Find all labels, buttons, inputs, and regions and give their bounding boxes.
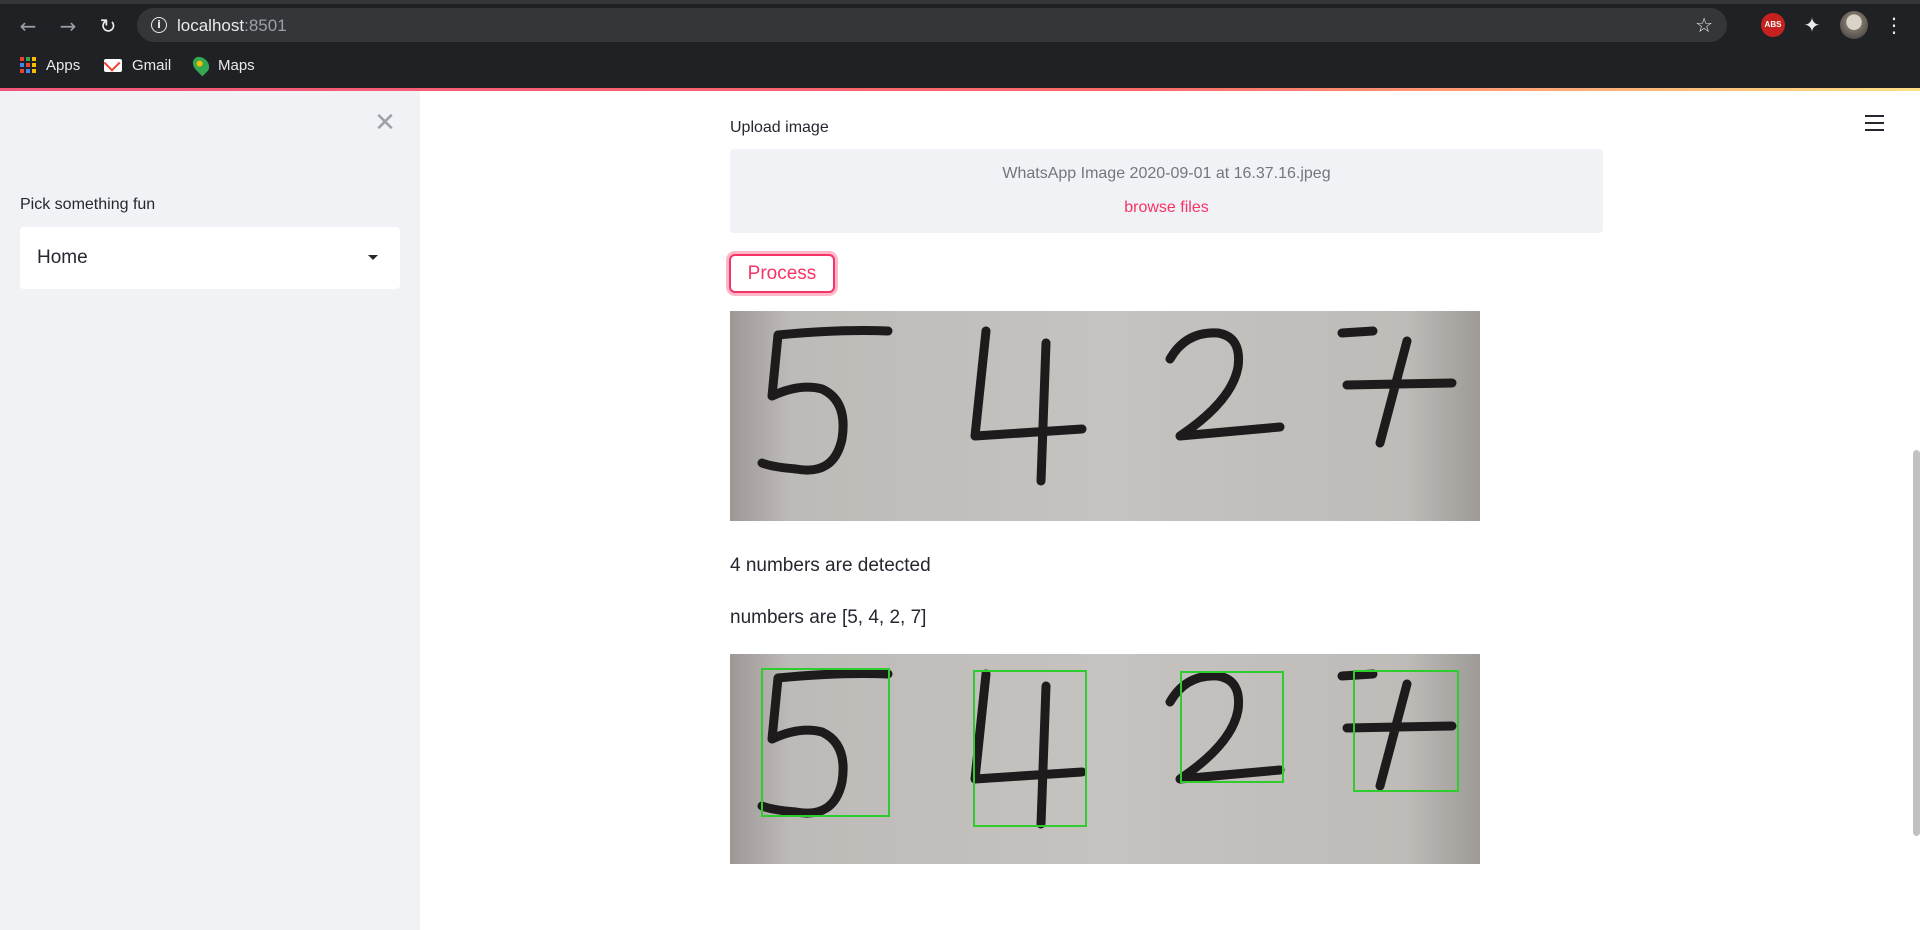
digit-5-stroke: [757, 669, 893, 818]
upload-label: Upload image: [730, 119, 829, 136]
input-digits-image: [730, 311, 1480, 521]
hamburger-menu-icon[interactable]: [1865, 115, 1885, 131]
detected-count-text: 4 numbers are detected: [730, 555, 931, 576]
url-host: localhost: [177, 16, 245, 35]
gmail-icon: [104, 58, 122, 72]
reload-icon[interactable]: ↻: [94, 12, 122, 40]
browser-chrome: ← → ↻ i localhost:8501 ☆ ABS ✦ ⋮ Apps Gm…: [0, 0, 1920, 88]
profile-avatar[interactable]: [1840, 11, 1868, 39]
url-port: :8501: [244, 16, 287, 35]
digit-7-stroke: [1337, 669, 1457, 791]
digit-4-stroke: [970, 326, 1087, 486]
bookmark-gmail[interactable]: Gmail: [104, 52, 171, 78]
apps-grid-icon: [20, 57, 36, 73]
numbers-list-text: numbers are [5, 4, 2, 7]: [730, 607, 927, 628]
digit-2-stroke: [1165, 328, 1285, 441]
site-info-icon[interactable]: i: [151, 17, 167, 33]
digit-2-stroke: [1165, 671, 1285, 784]
uploaded-file-name: WhatsApp Image 2020-09-01 at 16.37.16.jp…: [1002, 165, 1331, 182]
tab-strip: [0, 0, 1920, 4]
bookmark-label: Gmail: [132, 56, 172, 74]
browser-menu-icon[interactable]: ⋮: [1882, 13, 1906, 37]
digit-4-stroke: [970, 669, 1087, 829]
adblock-extension-icon[interactable]: ABS: [1761, 13, 1785, 37]
close-sidebar-icon[interactable]: ✕: [373, 110, 397, 136]
address-bar[interactable]: i localhost:8501 ☆: [137, 8, 1727, 42]
bookmark-label: Maps: [218, 56, 255, 74]
bookmark-label: Apps: [46, 56, 81, 74]
extensions-puzzle-icon[interactable]: ✦: [1800, 13, 1824, 37]
select-value: Home: [37, 247, 88, 268]
page-scrollbar[interactable]: [1913, 450, 1920, 836]
bookmark-maps[interactable]: Maps: [189, 52, 255, 78]
main-content: Upload image WhatsApp Image 2020-09-01 a…: [420, 91, 1920, 930]
browse-files-link[interactable]: browse files: [730, 199, 1603, 217]
digit-5-stroke: [757, 326, 893, 475]
back-icon[interactable]: ←: [14, 12, 42, 40]
forward-icon[interactable]: →: [54, 12, 82, 40]
detected-digits-image: [730, 654, 1480, 864]
process-button[interactable]: Process: [729, 254, 835, 293]
url-text[interactable]: localhost:8501: [177, 16, 287, 36]
file-uploader-dropzone[interactable]: WhatsApp Image 2020-09-01 at 16.37.16.jp…: [730, 149, 1603, 233]
select-label: Pick something fun: [20, 196, 156, 213]
digit-7-stroke: [1337, 326, 1457, 448]
bounding-box-4: [973, 670, 1087, 827]
page-selectbox[interactable]: Home: [20, 227, 400, 289]
bookmark-star-icon[interactable]: ☆: [1695, 13, 1713, 37]
maps-pin-icon: [189, 53, 213, 77]
sidebar: ✕ Pick something fun Home: [0, 91, 420, 930]
bookmark-apps[interactable]: Apps: [20, 52, 80, 78]
chevron-down-icon: [368, 255, 378, 260]
